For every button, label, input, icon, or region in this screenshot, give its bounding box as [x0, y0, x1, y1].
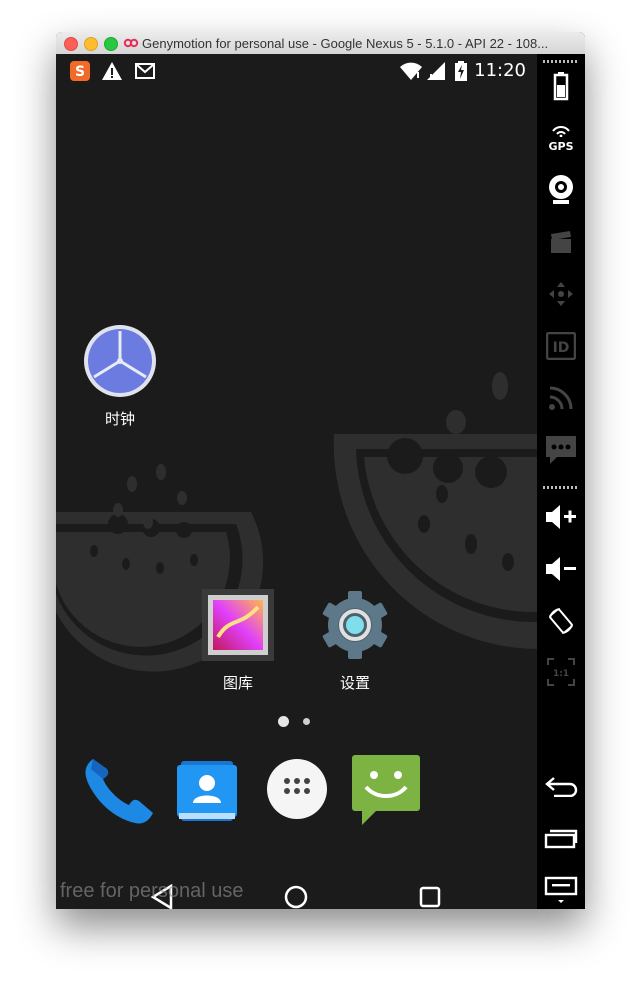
battery-widget-button[interactable] [537, 66, 585, 106]
webcam-icon [549, 175, 573, 204]
ratio-label: 1:1 [553, 669, 569, 679]
app-drawer-button[interactable] [259, 751, 335, 832]
gps-signal-icon [552, 125, 570, 137]
volume-up-button[interactable] [537, 497, 585, 537]
sms-widget-button[interactable] [537, 430, 585, 470]
window-titlebar: Genymotion for personal use - Google Nex… [56, 32, 585, 55]
toolbar-grip-2 [543, 486, 579, 489]
settings-app[interactable]: 设置 [310, 587, 400, 693]
battery-icon [454, 60, 468, 87]
network-widget-button[interactable] [537, 378, 585, 418]
gps-widget-button[interactable]: GPS [537, 118, 585, 158]
recents-square-icon [419, 886, 441, 908]
nav-home-button[interactable] [284, 885, 308, 909]
pixel-perfect-icon: 1:1 [547, 658, 575, 686]
dpad-icon [549, 282, 573, 306]
pixel-perfect-button[interactable]: 1:1 [537, 652, 585, 692]
gallery-app[interactable]: 图库 [193, 587, 283, 693]
toolbar-back-button[interactable] [537, 766, 585, 806]
minimize-window-button[interactable] [84, 37, 98, 51]
signal-icon [426, 60, 446, 87]
settings-app-label: 设置 [339, 674, 370, 692]
id-card-icon: ID [546, 332, 576, 360]
remote-control-widget-button[interactable] [537, 274, 585, 314]
toolbar-menu-button[interactable] [537, 870, 585, 909]
zoom-window-button[interactable] [104, 37, 118, 51]
sogou-input-icon: S [69, 60, 91, 87]
sms-bubble-icon [546, 436, 576, 464]
back-arrow-icon [545, 777, 578, 797]
gallery-icon [202, 589, 274, 661]
genymotion-toolbar: GPS ID 1:1 [537, 54, 585, 909]
clock-icon [84, 325, 156, 397]
warning-icon [101, 60, 123, 87]
gmail-icon [134, 60, 156, 87]
rotate-screen-icon [549, 608, 573, 634]
clapperboard-icon [551, 231, 571, 253]
phone-icon [85, 759, 153, 824]
clock-app[interactable]: 时钟 [75, 323, 165, 429]
messaging-icon [352, 755, 420, 825]
contacts-icon [177, 761, 237, 821]
device-id-widget-button[interactable]: ID [537, 326, 585, 366]
rss-network-icon [549, 386, 573, 410]
page-dot-active [278, 716, 289, 727]
battery-widget-icon [553, 72, 569, 101]
status-clock: 11:20 [474, 60, 526, 81]
webcam-widget-button[interactable] [537, 170, 585, 210]
svg-text:S: S [75, 64, 85, 80]
id-label: ID [553, 340, 570, 356]
contacts-app[interactable] [169, 751, 245, 832]
nav-recents-button[interactable] [419, 886, 441, 909]
volume-up-icon [546, 505, 576, 529]
recent-apps-icon [544, 829, 578, 849]
wifi-icon [399, 60, 423, 87]
toolbar-grip [543, 60, 579, 63]
volume-down-icon [546, 557, 576, 581]
messaging-app[interactable] [348, 751, 424, 832]
genymotion-logo-icon [123, 36, 139, 50]
emulator-window: Genymotion for personal use - Google Nex… [56, 32, 585, 909]
volume-down-button[interactable] [537, 549, 585, 589]
screencast-widget-button[interactable] [537, 222, 585, 262]
close-window-button[interactable] [64, 37, 78, 51]
personal-use-watermark: free for personal use [60, 880, 244, 902]
home-circle-icon [284, 885, 308, 909]
window-title: Genymotion for personal use - Google Nex… [142, 36, 549, 51]
phone-app[interactable] [79, 751, 155, 832]
page-dot [303, 718, 310, 725]
settings-icon [322, 591, 388, 659]
toolbar-recent-apps-button[interactable] [537, 818, 585, 858]
gallery-app-label: 图库 [222, 674, 253, 692]
rotate-button[interactable] [537, 601, 585, 641]
status-bar[interactable]: S 11:20 [56, 54, 537, 86]
clock-app-label: 时钟 [104, 410, 135, 428]
app-drawer-icon [267, 759, 327, 819]
gps-label: GPS [548, 139, 574, 153]
android-screen[interactable]: S 11:20 时钟 图库 设置 free for personal use [56, 54, 537, 909]
menu-icon [544, 876, 578, 903]
